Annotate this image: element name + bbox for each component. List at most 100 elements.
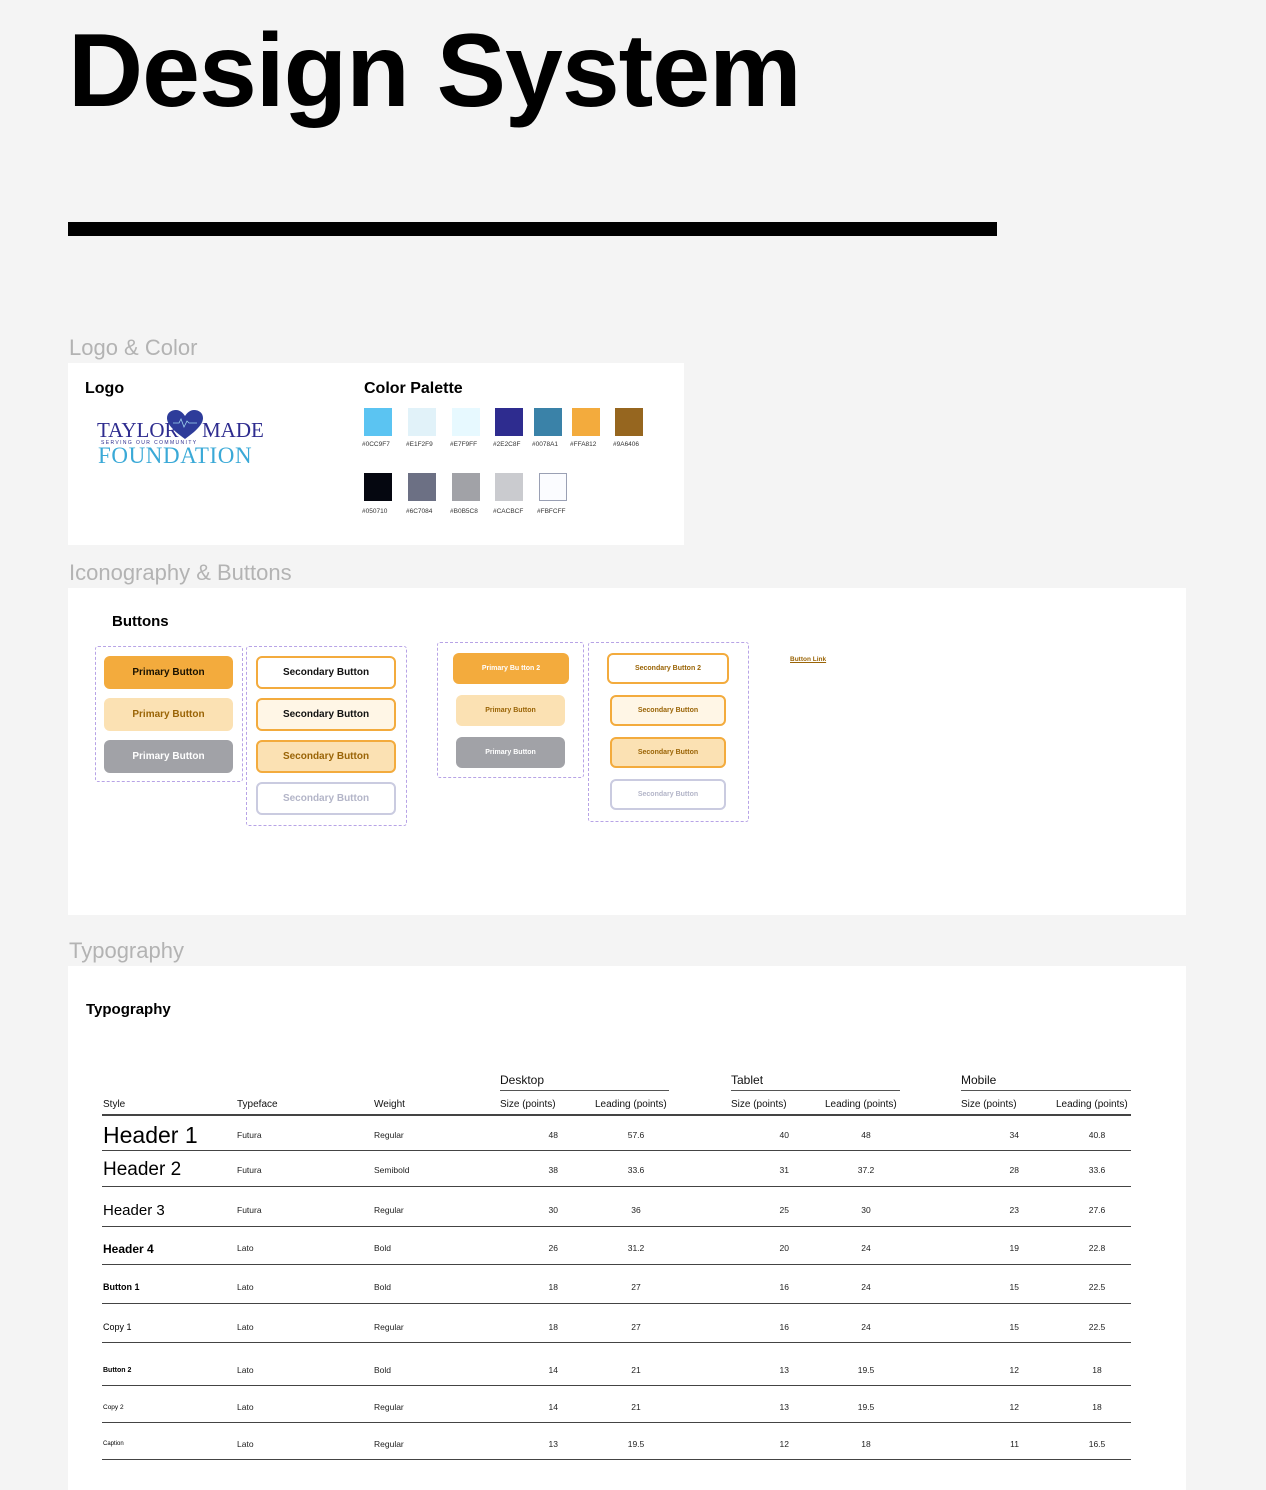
type-cell-m-size: 23 (1009, 1205, 1019, 1215)
type-cell-typeface: Lato (237, 1439, 254, 1449)
col-mobile-leading: Leading (points) (1056, 1099, 1128, 1110)
type-cell-m-lead: 40.8 (1088, 1130, 1106, 1140)
type-cell-t-size: 20 (779, 1243, 789, 1253)
type-cell-m-lead: 22.5 (1088, 1282, 1106, 1292)
secondary-button-hover[interactable]: Secondary Button (256, 698, 396, 731)
type-style-name: Copy 2 (103, 1403, 124, 1411)
type-cell-t-lead: 30 (861, 1205, 871, 1215)
type-style-name: Header 3 (103, 1201, 165, 1219)
type-cell-m-lead: 16.5 (1088, 1439, 1106, 1449)
type-cell-d-size: 14 (548, 1402, 558, 1412)
type-cell-m-lead: 18 (1092, 1365, 1102, 1375)
table-row-divider (102, 1459, 1131, 1460)
type-cell-d-lead: 27 (631, 1322, 641, 1332)
swatch (572, 408, 600, 436)
typography-heading: Typography (86, 1001, 171, 1018)
type-cell-m-size: 28 (1009, 1165, 1019, 1175)
section-label-logo-color: Logo & Color (69, 335, 198, 360)
button-link[interactable]: Button Link (790, 656, 826, 663)
swatch-hex-label: #CACBCF (493, 508, 524, 515)
type-style-name: Copy 1 (103, 1322, 132, 1333)
swatch (408, 473, 436, 501)
type-cell-d-size: 14 (548, 1365, 558, 1375)
logo-heading: Logo (85, 380, 125, 397)
type-cell-d-lead: 19.5 (627, 1439, 645, 1449)
type-cell-d-size: 18 (548, 1322, 558, 1332)
secondary-button-default[interactable]: Secondary Button (256, 656, 396, 689)
primary-button-disabled[interactable]: Primary Button (104, 740, 233, 773)
type-cell-t-size: 31 (779, 1165, 789, 1175)
table-header-rule (102, 1114, 1131, 1116)
primary-button-2-hover[interactable]: Primary Button (456, 695, 565, 726)
primary-button-default[interactable]: Primary Button (104, 656, 233, 689)
logo-word-made: MADE (202, 418, 264, 442)
type-cell-weight: Regular (374, 1205, 404, 1215)
type-cell-d-lead: 21 (631, 1402, 641, 1412)
type-style-name: Header 1 (103, 1121, 198, 1148)
col-desktop-size: Size (points) (500, 1099, 556, 1110)
type-cell-m-size: 12 (1009, 1365, 1019, 1375)
type-style-name: Button 2 (103, 1366, 132, 1374)
primary-button-2-default[interactable]: Primary Bu tton 2 (453, 653, 569, 684)
group-desktop: Desktop (500, 1073, 545, 1087)
type-cell-m-size: 11 (1010, 1439, 1019, 1449)
type-cell-m-lead: 27.6 (1088, 1205, 1106, 1215)
secondary-button-2-disabled[interactable]: Secondary Button (610, 779, 726, 810)
swatch-hex-label: #E1F2F9 (406, 441, 433, 448)
type-cell-d-size: 18 (548, 1282, 558, 1292)
type-cell-typeface: Futura (237, 1165, 262, 1175)
col-tablet-leading: Leading (points) (825, 1099, 897, 1110)
swatch-hex-label: #2E2C8F (493, 441, 521, 448)
type-cell-m-size: 19 (1009, 1243, 1019, 1253)
type-cell-typeface: Lato (237, 1402, 254, 1412)
type-cell-d-size: 30 (548, 1205, 558, 1215)
type-cell-typeface: Futura (237, 1130, 262, 1140)
type-cell-weight: Regular (374, 1130, 404, 1140)
type-cell-t-size: 13 (779, 1365, 789, 1375)
type-cell-m-lead: 18 (1092, 1402, 1102, 1412)
swatch (534, 408, 562, 436)
table-row-divider (102, 1342, 1131, 1343)
type-cell-t-lead: 24 (861, 1243, 871, 1253)
swatch-hex-label: #050710 (362, 508, 388, 515)
secondary-button-2-hover[interactable]: Secondary Button (610, 695, 726, 726)
type-cell-t-lead: 37.2 (857, 1165, 875, 1175)
type-cell-d-size: 13 (548, 1439, 558, 1449)
secondary-button-2-pressed[interactable]: Secondary Button (610, 737, 726, 768)
swatch (364, 408, 392, 436)
type-cell-m-size: 34 (1009, 1130, 1019, 1140)
type-cell-d-lead: 27 (631, 1282, 641, 1292)
type-cell-t-size: 40 (779, 1130, 789, 1140)
type-cell-d-lead: 31.2 (627, 1243, 645, 1253)
type-cell-m-size: 15 (1009, 1282, 1019, 1292)
secondary-button-2-default[interactable]: Secondary Button 2 (607, 653, 729, 684)
primary-button-2-disabled[interactable]: Primary Button (456, 737, 565, 768)
swatch-hex-label: #6C7084 (406, 508, 433, 515)
section-label-typography: Typography (69, 938, 184, 963)
type-cell-typeface: Lato (237, 1243, 254, 1253)
col-desktop-leading: Leading (points) (595, 1099, 667, 1110)
table-row-divider (102, 1385, 1131, 1386)
type-cell-t-lead: 24 (861, 1282, 871, 1292)
type-cell-t-lead: 19.5 (857, 1402, 875, 1412)
type-cell-t-lead: 18 (861, 1439, 871, 1449)
type-cell-t-size: 25 (779, 1205, 789, 1215)
secondary-button-pressed[interactable]: Secondary Button (256, 740, 396, 773)
type-cell-d-lead: 57.6 (627, 1130, 645, 1140)
table-row-divider (102, 1264, 1131, 1265)
swatch-hex-label: #0CC9F7 (362, 441, 390, 448)
type-cell-weight: Regular (374, 1439, 404, 1449)
type-cell-t-size: 12 (779, 1439, 789, 1449)
secondary-button-disabled[interactable]: Secondary Button (256, 782, 396, 815)
type-cell-m-lead: 22.5 (1088, 1322, 1106, 1332)
type-style-name: Button 1 (103, 1282, 140, 1293)
swatch (408, 408, 436, 436)
type-cell-t-size: 16 (779, 1282, 789, 1292)
table-row-divider (102, 1303, 1131, 1304)
swatch-hex-label: #FBFCFF (537, 508, 566, 515)
type-cell-typeface: Lato (237, 1282, 254, 1292)
type-style-name: Header 4 (103, 1241, 154, 1256)
swatch (615, 408, 643, 436)
primary-button-hover[interactable]: Primary Button (104, 698, 233, 731)
swatch (495, 473, 523, 501)
